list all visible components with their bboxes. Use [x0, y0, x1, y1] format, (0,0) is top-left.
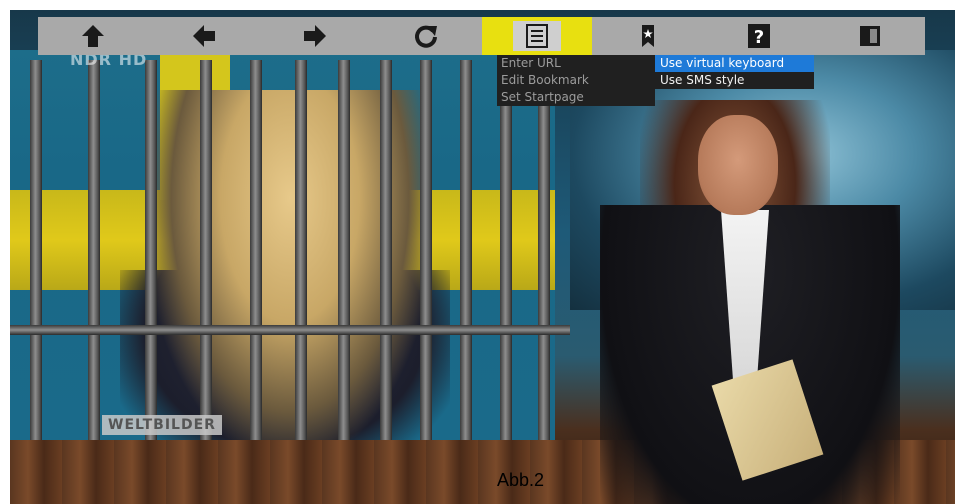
- input-method-submenu: Use virtual keyboard Use SMS style: [655, 55, 814, 89]
- bookmark-button[interactable]: [592, 17, 703, 55]
- submenu-item-virtual-keyboard[interactable]: Use virtual keyboard: [655, 55, 814, 72]
- reload-icon: [415, 25, 438, 48]
- exit-button-frame: [846, 21, 894, 51]
- screenshot-frame: NDR HD WELTBILDER ? Enter URL Edit Bookm…: [0, 0, 960, 504]
- prison-bar: [538, 60, 550, 480]
- browser-toolbar: ?: [38, 17, 925, 55]
- svg-text:?: ?: [753, 27, 763, 48]
- prison-bar: [500, 60, 512, 480]
- menu-button-frame: [510, 19, 563, 53]
- home-button[interactable]: [38, 17, 149, 55]
- anchor-face: [698, 115, 778, 215]
- prison-bar: [338, 60, 350, 480]
- prison-bar: [420, 60, 432, 480]
- menu-item-edit-bookmark[interactable]: Edit Bookmark: [497, 72, 655, 89]
- help-question-icon: ?: [747, 24, 770, 48]
- exit-panel-icon: [859, 26, 880, 46]
- home-button-frame: [69, 21, 117, 51]
- menu-item-set-startpage[interactable]: Set Startpage: [497, 89, 655, 106]
- prison-bar: [295, 60, 307, 480]
- back-button-frame: [180, 21, 228, 51]
- help-button[interactable]: ?: [703, 17, 814, 55]
- forward-button-frame: [291, 21, 339, 51]
- submenu-item-sms-style[interactable]: Use SMS style: [655, 72, 814, 89]
- prison-crossbar: [10, 325, 570, 335]
- menu-button[interactable]: [481, 17, 593, 55]
- prison-bar: [250, 60, 262, 480]
- menu-item-enter-url[interactable]: Enter URL: [497, 55, 655, 72]
- arrow-right-icon: [304, 25, 327, 47]
- forward-button[interactable]: [260, 17, 371, 55]
- figure-caption: Abb.2: [497, 470, 545, 490]
- exit-button[interactable]: [814, 17, 925, 55]
- reload-button-frame: [402, 21, 450, 51]
- help-button-frame: ?: [735, 21, 783, 51]
- home-up-arrow-icon: [82, 25, 105, 47]
- bookmark-star-icon: [641, 25, 654, 47]
- prison-bar: [30, 60, 42, 480]
- prison-bar: [460, 60, 472, 480]
- prison-bar: [380, 60, 392, 480]
- prison-bar: [88, 60, 100, 480]
- arrow-left-icon: [193, 25, 216, 47]
- reload-button[interactable]: [371, 17, 482, 55]
- bookmark-button-frame: [624, 21, 672, 51]
- options-menu: Enter URL Edit Bookmark Set Startpage: [497, 55, 655, 106]
- menu-lines-icon: [525, 24, 548, 48]
- program-graphic-label: WELTBILDER: [102, 415, 222, 435]
- back-button[interactable]: [149, 17, 260, 55]
